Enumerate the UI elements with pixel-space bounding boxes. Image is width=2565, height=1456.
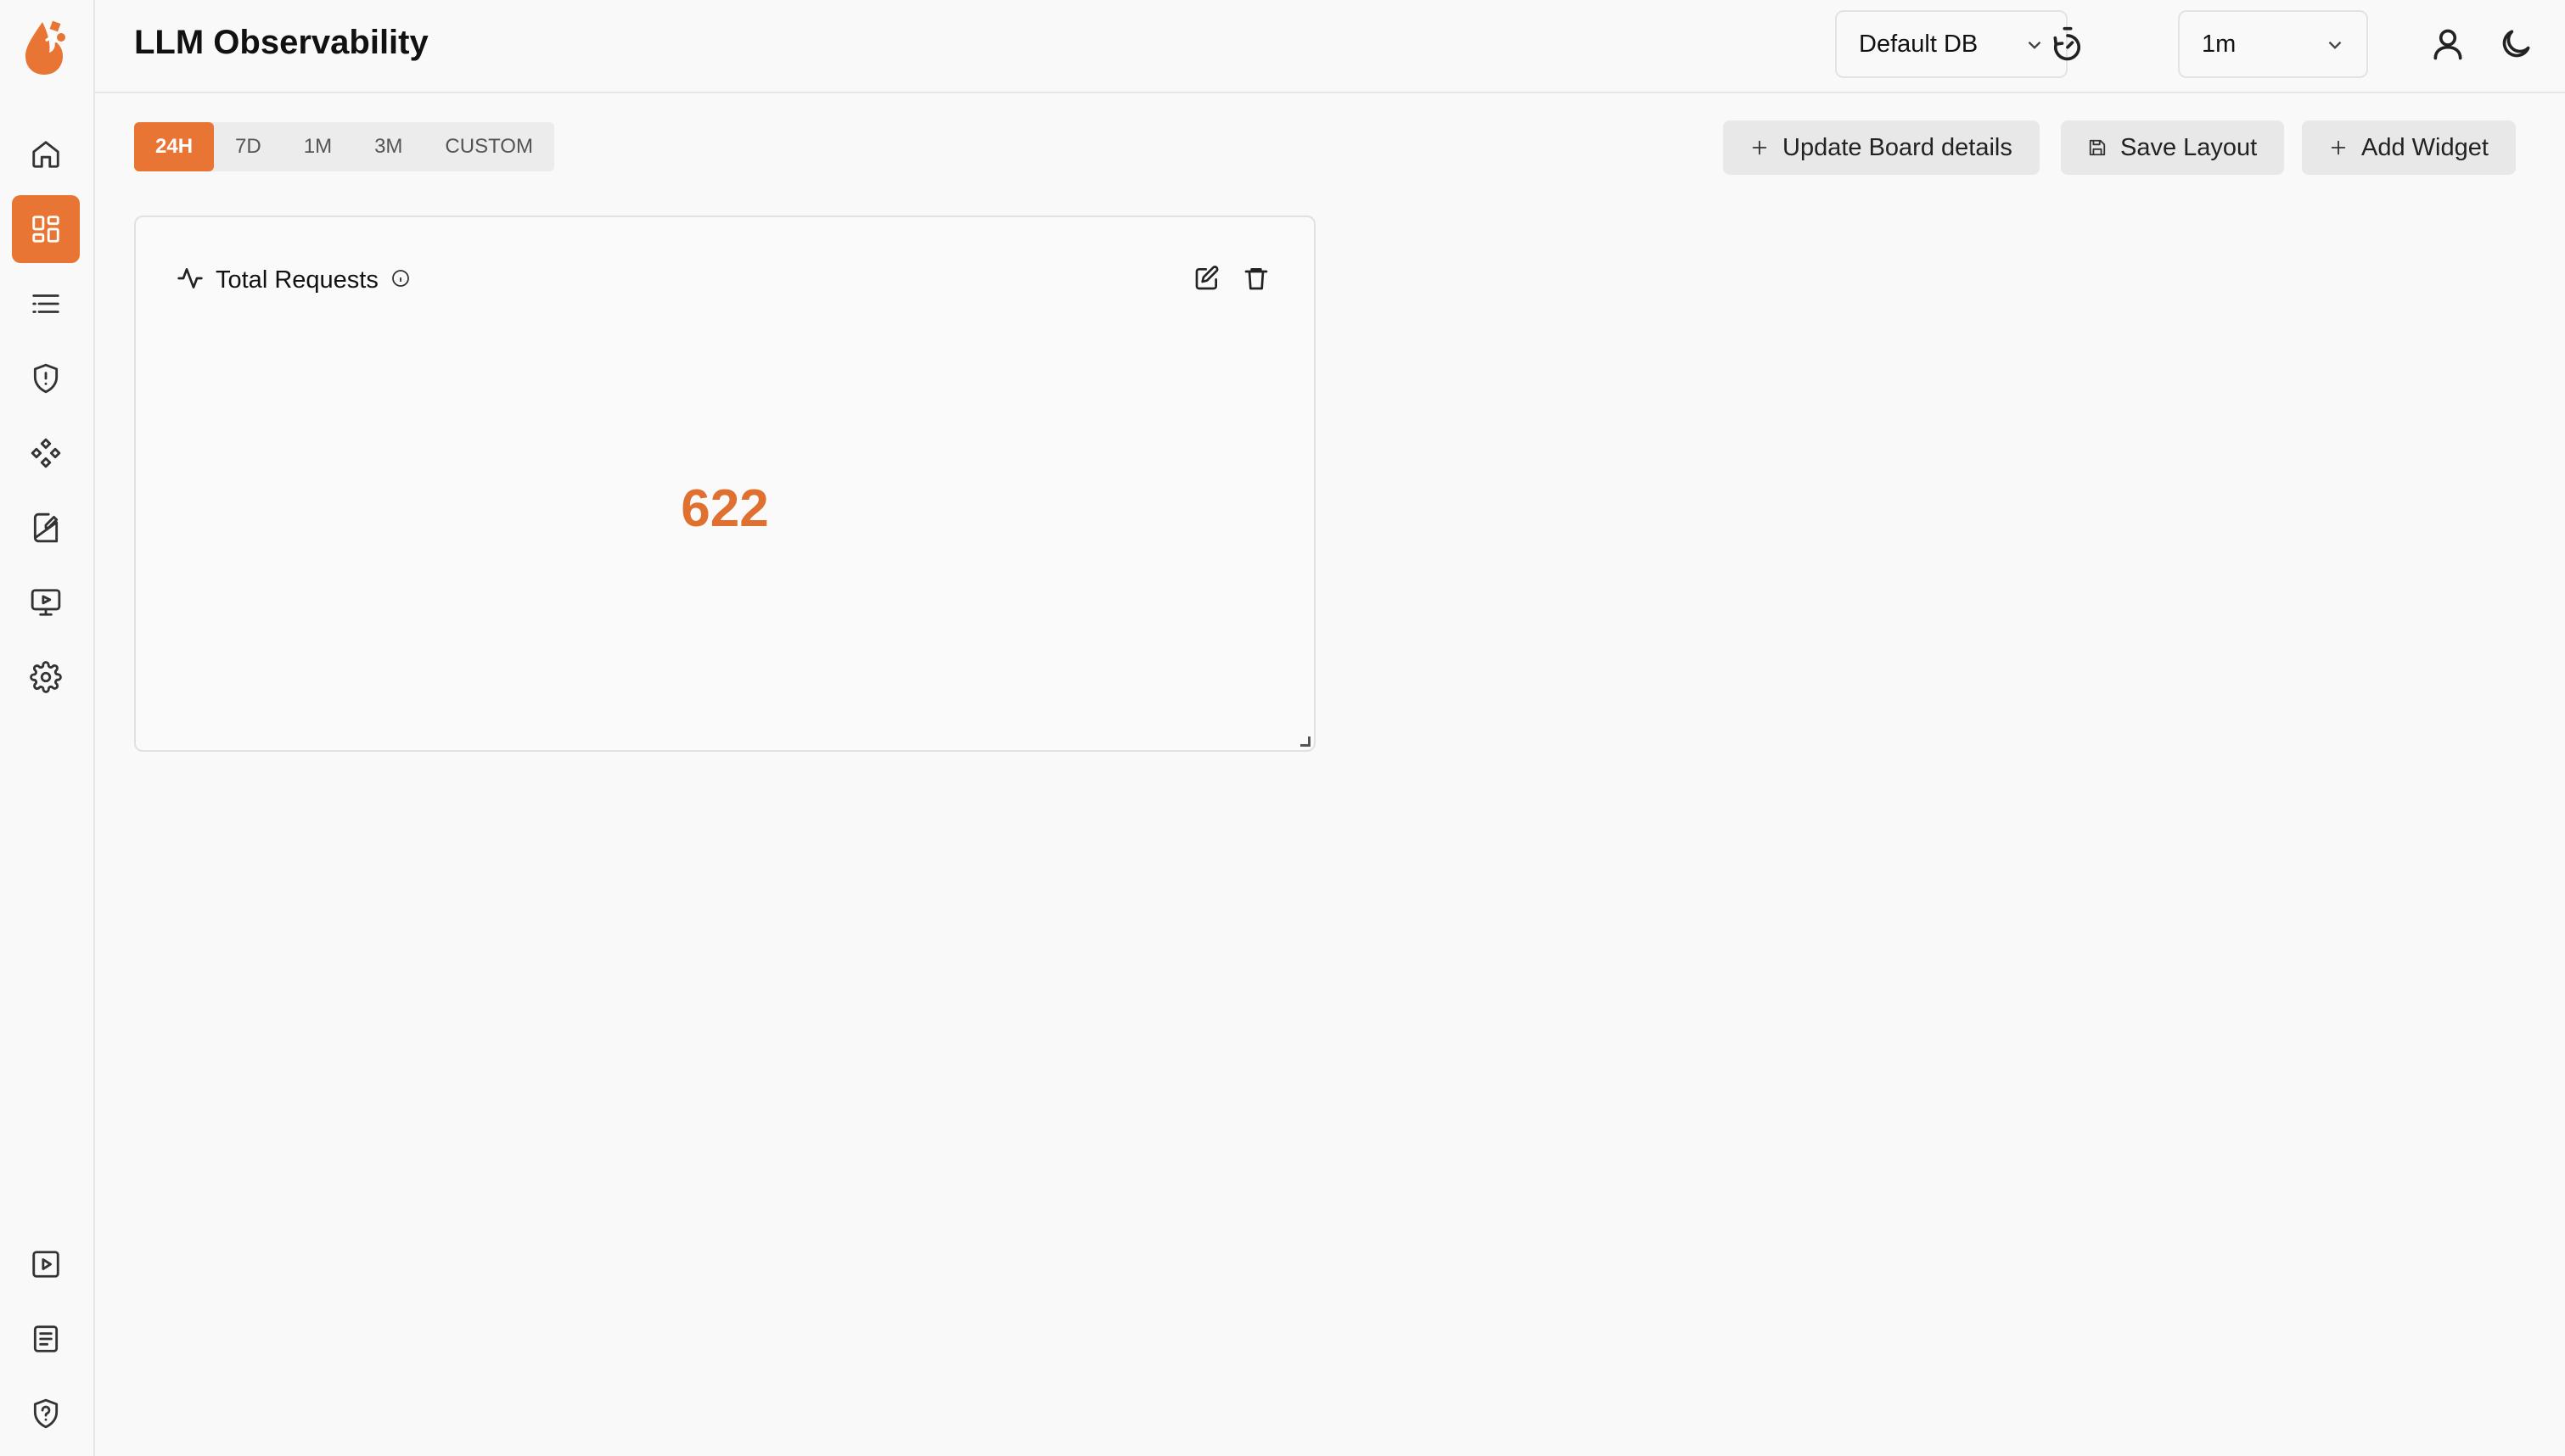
nav-requests[interactable]	[12, 270, 80, 338]
range-24h[interactable]: 24H	[134, 122, 215, 171]
range-7d[interactable]: 7D	[214, 122, 283, 171]
nav-docs[interactable]	[12, 1305, 80, 1373]
range-custom[interactable]: CUSTOM	[424, 122, 554, 171]
prompt-icon	[33, 512, 59, 543]
edit-icon[interactable]	[1192, 263, 1222, 294]
page-title: LLM Observability	[134, 24, 429, 61]
docs-icon	[33, 1325, 59, 1352]
nav-home[interactable]	[12, 120, 80, 188]
refresh-interval-value: 1m	[2202, 30, 2237, 58]
home-icon	[32, 141, 59, 168]
time-range-tabs: 24H 7D 1M 3M CUSTOM	[134, 122, 554, 171]
widget-header: Total Requests	[177, 265, 411, 296]
update-board-button[interactable]: Update Board details	[1723, 120, 2040, 175]
activity-icon	[177, 265, 204, 296]
widget-value: 622	[681, 479, 769, 538]
list-icon	[32, 294, 59, 313]
save-layout-button[interactable]: Save Layout	[2061, 120, 2285, 175]
plus-icon	[2331, 140, 2346, 155]
save-icon	[2089, 139, 2106, 156]
db-select[interactable]: Default DB	[1835, 10, 2068, 78]
video-icon	[32, 1251, 59, 1278]
sidebar	[0, 0, 95, 1456]
logo-icon[interactable]	[22, 15, 73, 76]
top-header: LLM Observability Default DB 1m	[95, 0, 2565, 93]
update-board-label: Update Board details	[1782, 133, 2012, 161]
widget-card[interactable]: Total Requests 622	[134, 216, 1316, 752]
nav-dashboard[interactable]	[12, 195, 80, 263]
nav-components[interactable]	[12, 419, 80, 487]
settings-icon	[30, 661, 62, 693]
dashboard-icon	[32, 216, 59, 243]
refresh-interval-select[interactable]: 1m	[2178, 10, 2368, 78]
plus-icon	[1752, 140, 1767, 155]
refresh-timer-icon[interactable]	[2042, 19, 2093, 70]
add-widget-button[interactable]: Add Widget	[2302, 120, 2516, 175]
nav-playground[interactable]	[12, 568, 80, 636]
monitor-play-icon	[31, 589, 61, 616]
db-select-value: Default DB	[1859, 30, 1978, 58]
dark-mode-icon[interactable]	[2490, 19, 2541, 70]
nav-guardrails[interactable]	[12, 344, 80, 412]
info-icon[interactable]	[390, 268, 411, 293]
user-icon[interactable]	[2422, 19, 2473, 70]
range-3m[interactable]: 3M	[353, 122, 424, 171]
widget-title: Total Requests	[216, 266, 379, 294]
nav-settings[interactable]	[12, 643, 80, 711]
add-widget-label: Add Widget	[2361, 133, 2489, 161]
widget-actions	[1192, 263, 1271, 294]
nav-prompts[interactable]	[12, 494, 80, 562]
chevron-down-icon	[2324, 34, 2346, 56]
nav-videos[interactable]	[12, 1230, 80, 1298]
resize-handle[interactable]	[1300, 736, 1311, 747]
shield-alert-icon	[33, 363, 59, 394]
nav-support[interactable]	[12, 1380, 80, 1448]
trash-icon[interactable]	[1241, 263, 1271, 294]
shield-help-icon	[33, 1398, 59, 1429]
components-icon	[31, 438, 61, 468]
range-1m[interactable]: 1M	[283, 122, 353, 171]
save-layout-label: Save Layout	[2120, 133, 2258, 161]
